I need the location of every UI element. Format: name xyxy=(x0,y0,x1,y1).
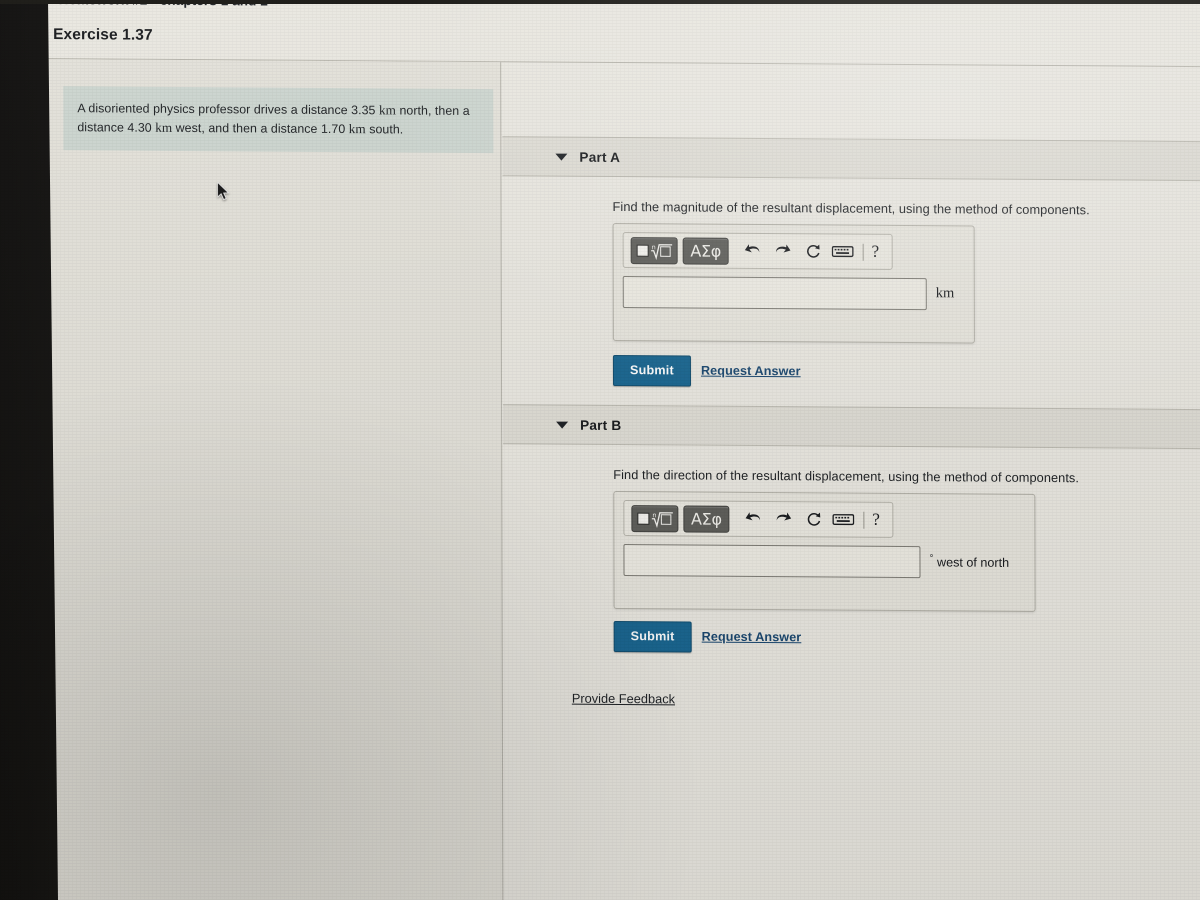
help-button-a[interactable]: ? xyxy=(869,242,883,262)
reset-arrow-icon xyxy=(806,244,820,258)
part-a-answer-input[interactable] xyxy=(622,276,927,311)
part-a-prompt: Find the magnitude of the resultant disp… xyxy=(612,198,1090,218)
statement-seg-1: A disoriented physics professor drives a… xyxy=(77,101,352,118)
problem-panel: A disoriented physics professor drives a… xyxy=(45,59,504,900)
photographed-screen: ‹Homework #2 - chapters 1 and 2 Exercise… xyxy=(0,0,1200,900)
part-b-label: Part B xyxy=(580,417,622,433)
statement-unit-1: km xyxy=(378,102,396,118)
math-template-button-a[interactable]: n xyxy=(630,236,678,264)
greek-symbols-button-a[interactable]: ΑΣφ xyxy=(682,236,729,265)
reset-arrow-icon xyxy=(807,512,820,526)
part-b-prompt: Find the direction of the resultant disp… xyxy=(613,466,1079,486)
help-button-b[interactable]: ? xyxy=(869,510,883,530)
redo-arrow-icon xyxy=(776,512,792,521)
toolbar-separator-a xyxy=(862,243,864,261)
statement-unit-2: km xyxy=(155,119,173,135)
math-template-button-b[interactable]: n xyxy=(631,504,679,532)
page-title: Exercise 1.37 xyxy=(53,26,153,44)
problem-statement-box: A disoriented physics professor drives a… xyxy=(63,86,494,154)
part-b-header[interactable]: Part B xyxy=(556,405,621,445)
undo-button-b[interactable] xyxy=(738,504,768,534)
statement-value-2: 4.30 xyxy=(127,120,152,135)
statement-unit-3: km xyxy=(348,120,366,136)
keyboard-button-a[interactable] xyxy=(828,236,858,266)
statement-value-3: 1.70 xyxy=(320,121,346,136)
redo-button-a[interactable] xyxy=(768,236,798,266)
part-a-header[interactable]: Part A xyxy=(555,137,620,177)
template-radical-icon: n xyxy=(636,243,672,260)
statement-seg-3: west, and then a distance xyxy=(172,120,321,136)
part-b-math-toolbar: n ΑΣφ ? xyxy=(623,500,893,538)
part-a-request-answer-link[interactable]: Request Answer xyxy=(701,364,801,379)
part-b-unit-label: ° west of north xyxy=(929,553,1009,570)
svg-text:n: n xyxy=(652,511,656,519)
part-a-submit-button[interactable]: Submit xyxy=(612,354,691,387)
degree-symbol: ° xyxy=(929,553,934,565)
undo-arrow-icon xyxy=(744,244,760,253)
keyboard-icon xyxy=(832,514,855,526)
greek-symbols-button-b[interactable]: ΑΣφ xyxy=(683,504,730,533)
toolbar-separator-b xyxy=(863,511,865,529)
monitor-bezel-top xyxy=(0,0,1200,4)
monitor-screen: ‹Homework #2 - chapters 1 and 2 Exercise… xyxy=(45,0,1200,900)
keyboard-button-b[interactable] xyxy=(828,504,858,534)
part-a-answer-box: n ΑΣφ ? km xyxy=(612,222,975,344)
part-b-request-answer-link[interactable]: Request Answer xyxy=(702,630,802,645)
greek-symbols-label-a: ΑΣφ xyxy=(690,241,722,261)
part-b-answer-box: n ΑΣφ ? ° west of north xyxy=(613,490,1036,612)
part-a-unit-label: km xyxy=(935,285,955,302)
statement-value-1: 3.35 xyxy=(351,103,376,118)
part-b-submit-button[interactable]: Submit xyxy=(613,620,692,653)
parts-panel: Part A Find the magnitude of the resulta… xyxy=(502,62,1200,900)
part-a-math-toolbar: n ΑΣφ ? xyxy=(622,232,893,270)
problem-statement-text: A disoriented physics professor drives a… xyxy=(77,99,479,139)
undo-arrow-icon xyxy=(745,512,760,521)
redo-button-b[interactable] xyxy=(768,504,798,534)
mouse-pointer-icon xyxy=(217,182,230,201)
part-b-unit-text: west of north xyxy=(936,555,1010,570)
statement-seg-4: south. xyxy=(365,121,404,137)
keyboard-icon xyxy=(831,246,854,258)
reset-button-b[interactable] xyxy=(798,504,828,534)
collapse-triangle-icon-b[interactable] xyxy=(556,421,569,429)
undo-button-a[interactable] xyxy=(738,236,768,266)
homework-page: ‹Homework #2 - chapters 1 and 2 Exercise… xyxy=(45,0,1200,900)
template-radical-icon: n xyxy=(636,511,673,528)
provide-feedback-link[interactable]: Provide Feedback xyxy=(572,691,675,707)
part-a-label: Part A xyxy=(579,149,621,165)
part-b-answer-input[interactable] xyxy=(623,544,921,579)
svg-text:n: n xyxy=(651,243,655,251)
collapse-triangle-icon-a[interactable] xyxy=(555,153,568,161)
reset-button-a[interactable] xyxy=(798,236,828,266)
redo-arrow-icon xyxy=(776,244,791,253)
greek-symbols-label-b: ΑΣφ xyxy=(690,509,722,529)
